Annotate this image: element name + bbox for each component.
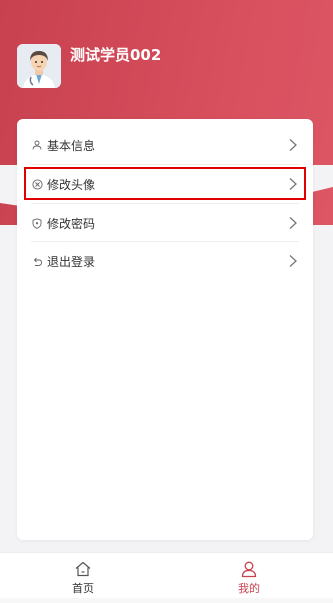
- highlight-box: [24, 167, 306, 200]
- bottom-safe-area: [0, 598, 333, 603]
- tab-home[interactable]: 首页: [0, 553, 166, 599]
- doctor-avatar-icon: [17, 44, 61, 88]
- chevron-right-icon: [289, 255, 297, 267]
- menu-item-change-password[interactable]: 修改密码: [17, 204, 313, 242]
- logout-icon: [31, 255, 43, 267]
- tab-mine[interactable]: 我的: [166, 553, 332, 599]
- menu-item-label: 修改密码: [47, 216, 96, 231]
- profile-icon: [241, 561, 257, 578]
- shield-icon: [31, 217, 43, 229]
- user-icon: [31, 139, 43, 151]
- username: 测试学员002: [70, 46, 162, 64]
- bottom-tab-bar: 首页 我的: [0, 552, 333, 599]
- home-icon: [75, 561, 91, 577]
- chevron-right-icon: [289, 139, 297, 151]
- tab-label: 首页: [72, 582, 94, 595]
- menu-item-logout[interactable]: 退出登录: [17, 242, 313, 280]
- menu-item-basic-info[interactable]: 基本信息: [17, 126, 313, 164]
- tab-label: 我的: [238, 582, 260, 595]
- avatar[interactable]: [17, 44, 61, 88]
- menu-item-label: 基本信息: [47, 138, 96, 153]
- chevron-right-icon: [289, 217, 297, 229]
- menu-item-label: 退出登录: [47, 254, 96, 269]
